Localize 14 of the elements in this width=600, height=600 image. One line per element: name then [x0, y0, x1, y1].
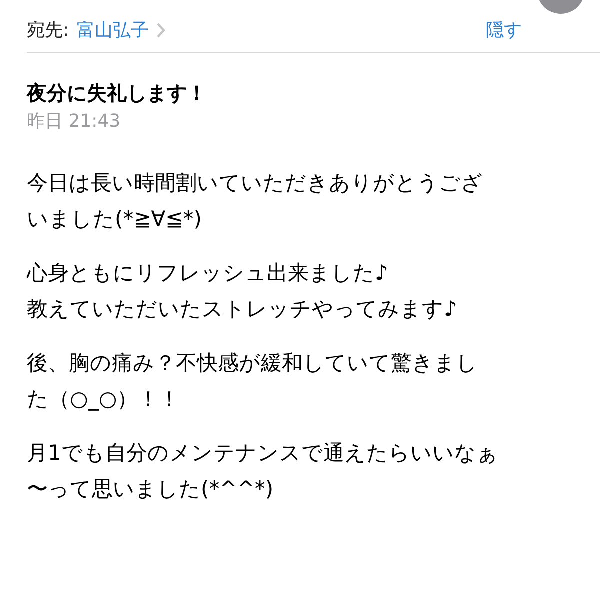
body-text-line: 教えていただいたストレッチやってみます♪ — [27, 296, 458, 323]
body-text-line: 心身ともにリフレッシュ出来ました♪ — [27, 260, 390, 287]
body-text-line: いました(*≧∀≦*) — [27, 206, 203, 233]
body-text-line: 〜って思いました(*^^*) — [27, 476, 275, 503]
date-text: 昨日 21:43 — [27, 110, 122, 134]
body-text-line: 後、胸の痛み？不快感が緩和していて驚きまし — [27, 350, 479, 377]
body-text-line: 今日は長い時間割いていただきありがとうござ — [27, 170, 484, 197]
recipient-link[interactable]: 富山弘子 — [77, 16, 150, 44]
chevron-icon — [157, 22, 166, 38]
to-label: 宛先: — [27, 18, 70, 42]
body-text-line: 月1でも自分のメンテナンスで通えたらいいなぁ — [27, 440, 500, 467]
subject-text: 夜分に失礼します！ — [27, 80, 208, 107]
hide-link[interactable]: 隠す — [486, 16, 522, 44]
body-text-line: た（○_○）！！ — [27, 386, 182, 413]
